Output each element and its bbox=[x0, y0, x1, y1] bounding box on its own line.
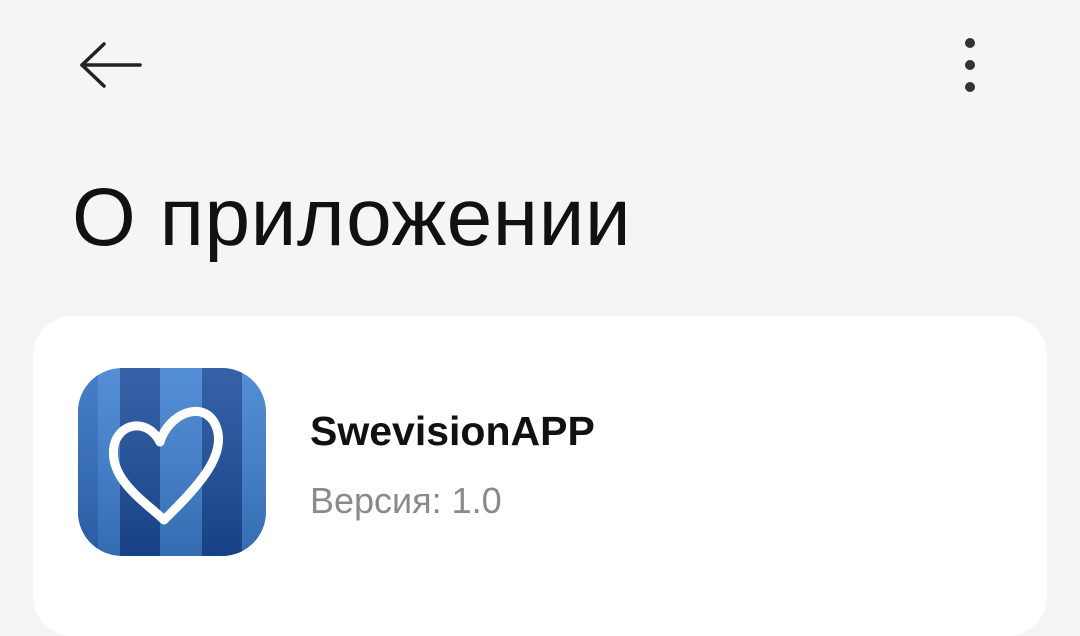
heart-icon bbox=[78, 368, 266, 556]
page-title: О приложении bbox=[72, 172, 632, 263]
app-name: SwevisionAPP bbox=[310, 408, 595, 454]
more-options-button[interactable] bbox=[940, 30, 1000, 100]
top-bar bbox=[0, 0, 1080, 130]
more-vertical-icon bbox=[965, 38, 975, 92]
app-info-card: SwevisionAPP Версия: 1.0 bbox=[33, 316, 1047, 636]
arrow-left-icon bbox=[80, 42, 142, 88]
app-version: Версия: 1.0 bbox=[310, 480, 502, 521]
back-button[interactable] bbox=[66, 30, 156, 100]
app-icon bbox=[78, 368, 266, 556]
